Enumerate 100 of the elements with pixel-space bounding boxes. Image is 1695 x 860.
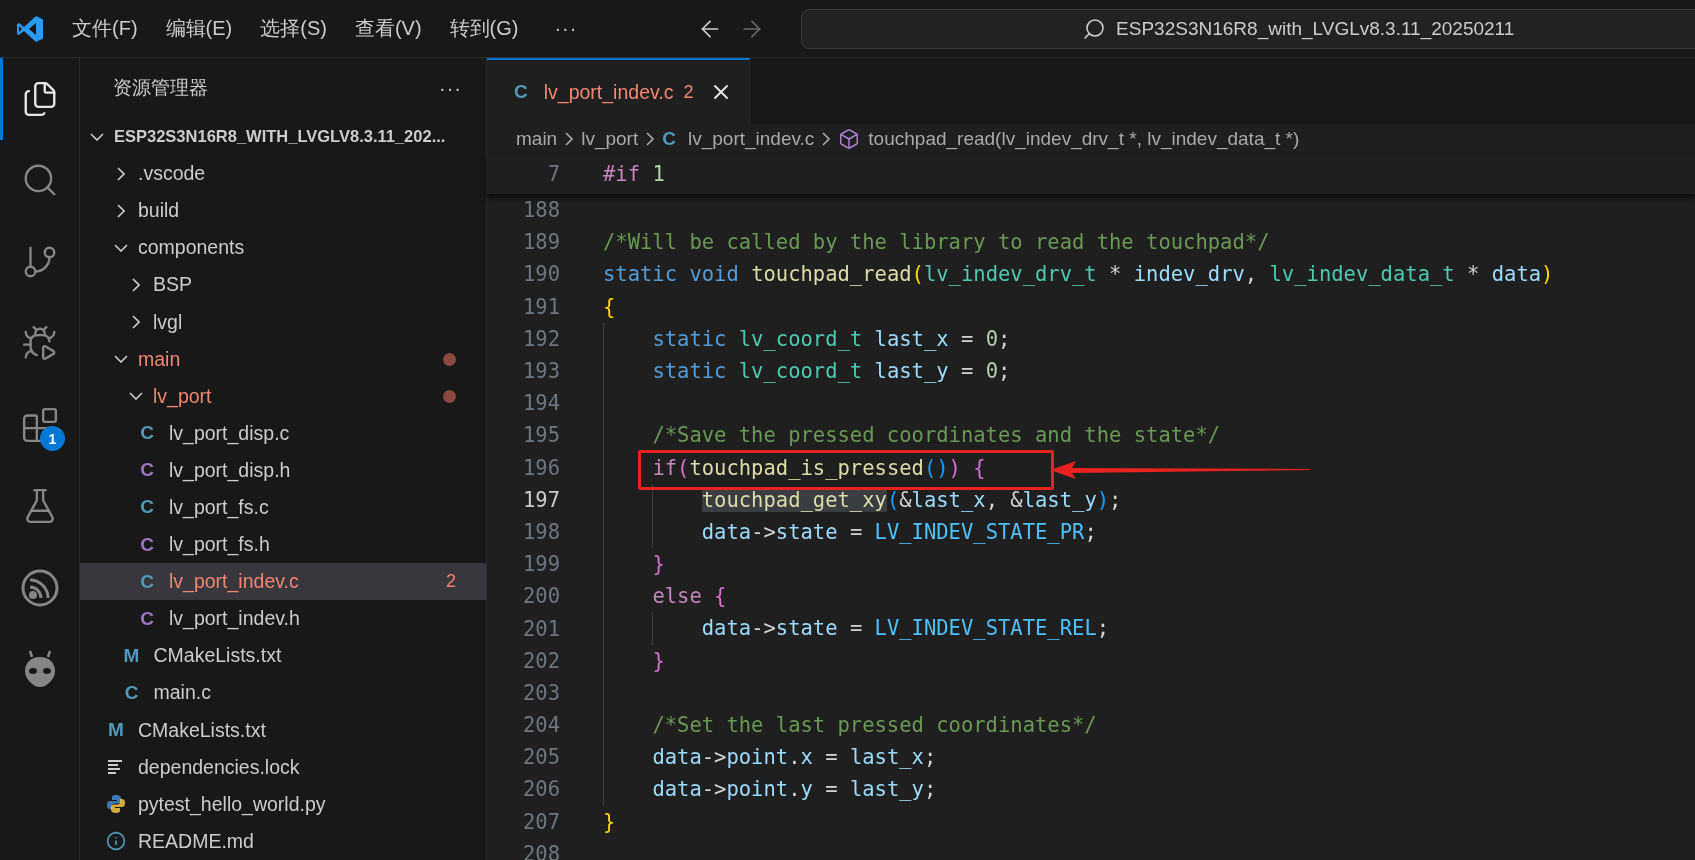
error-dot xyxy=(443,352,456,366)
breadcrumb[interactable]: touchpad_read(lv_indev_drv_t *, lv_indev_data_t *) xyxy=(868,128,1300,150)
tree-item[interactable]: C main.c xyxy=(80,674,486,712)
line-number: 207 xyxy=(521,809,560,834)
code-line: data->state = LV_INDEV_STATE_PR; xyxy=(603,515,1097,549)
problem-count: 2 xyxy=(683,81,694,103)
app-logo[interactable] xyxy=(16,14,44,43)
tree-item[interactable]: README.md xyxy=(80,822,486,860)
folder-name: lv_port xyxy=(153,384,213,408)
tree-item[interactable]: main xyxy=(80,340,486,378)
command-center[interactable]: ESP32S3N16R8_with_LVGLv8.3.11_20250211 xyxy=(801,8,1695,49)
python-icon xyxy=(106,794,126,815)
signal-circle-icon xyxy=(19,567,60,608)
code-line: } xyxy=(603,808,616,836)
c-file-icon: C xyxy=(662,128,676,150)
tree-item[interactable]: build xyxy=(80,192,486,230)
file-name: main.c xyxy=(153,681,212,705)
line-number: 202 xyxy=(521,648,560,673)
c-file-icon: C xyxy=(137,533,157,556)
file-name: lv_port_indev.c xyxy=(169,570,300,594)
code-line: { xyxy=(603,293,616,321)
line-number: 194 xyxy=(521,391,560,416)
tree-item[interactable]: components xyxy=(80,229,486,267)
line-number: 201 xyxy=(521,616,560,641)
menu-item[interactable]: 编辑(E) xyxy=(165,15,233,42)
folder-name: BSP xyxy=(153,273,194,297)
blocks-icon xyxy=(20,405,59,444)
workspace-name: ESP32S3N16R8_WITH_LVGLV8.3.11_202... xyxy=(114,127,447,147)
file-name: lv_port_fs.c xyxy=(169,496,270,519)
tree-item[interactable]: pytest_hello_world.py xyxy=(80,785,486,823)
tree-item[interactable]: C lv_port_fs.c xyxy=(80,488,486,527)
line-number: 206 xyxy=(521,777,560,802)
workspace-title: ESP32S3N16R8_with_LVGLv8.3.11_20250211 xyxy=(1116,17,1515,40)
line-number: 200 xyxy=(521,584,560,609)
panel-title: 资源管理器 xyxy=(113,76,208,100)
error-dot xyxy=(443,389,456,403)
line-number: 205 xyxy=(521,745,560,770)
cmake-file-icon: M xyxy=(106,719,126,742)
breadcrumb[interactable]: lv_port_indev.c xyxy=(687,128,815,150)
tree-item[interactable]: dependencies.lock xyxy=(80,748,486,786)
code-line: else { xyxy=(603,580,727,613)
editor-tab[interactable]: C lv_port_indev.c 2 xyxy=(487,58,751,124)
tree-item[interactable]: lvgl xyxy=(80,303,486,341)
code-line: } xyxy=(603,548,665,581)
tree-item[interactable]: lv_port xyxy=(80,377,486,415)
more-menu[interactable]: ··· xyxy=(554,17,578,40)
file-name: CMakeLists.txt xyxy=(138,718,267,742)
folder-name: lvgl xyxy=(153,310,184,334)
tree-item[interactable]: C lv_port_disp.h xyxy=(80,451,486,489)
menu-item[interactable]: 转到(G) xyxy=(449,15,519,42)
line-number: 189 xyxy=(521,230,560,255)
problem-count: 2 xyxy=(446,571,456,593)
code-line: static lv_coord_t last_y = 0; xyxy=(603,354,1011,388)
chevron-right-icon xyxy=(822,132,831,146)
code-line: } xyxy=(603,644,665,677)
activity-item[interactable]: 1 xyxy=(0,384,76,466)
tree-item[interactable]: C lv_port_fs.h xyxy=(80,526,486,564)
line-number: 195 xyxy=(521,423,560,448)
c-file-icon: C xyxy=(137,496,157,519)
menu-item[interactable]: 查看(V) xyxy=(354,15,422,42)
code-line: if(touchpad_is_pressed()) { xyxy=(603,451,986,484)
code-line: static void touchpad_read(lv_indev_drv_t * indev_drv, lv_indev_data_t * data) xyxy=(603,261,1554,289)
tab-title: lv_port_indev.c xyxy=(543,80,674,104)
tree-item[interactable]: ESP32S3N16R8_WITH_LVGLV8.3.11_202... xyxy=(80,118,486,156)
file-name: README.md xyxy=(138,829,255,853)
line-number: 198 xyxy=(521,519,560,544)
c-file-icon: C xyxy=(137,422,157,445)
code-line: /*Save the pressed coordinates and the state*/ xyxy=(603,419,1221,452)
file-name: lv_port_disp.h xyxy=(169,458,292,482)
line-number: 192 xyxy=(521,326,560,351)
menu-item[interactable]: 选择(S) xyxy=(260,15,327,42)
line-number: 196 xyxy=(521,455,560,480)
folder-name: main xyxy=(138,347,182,371)
more-actions[interactable]: ··· xyxy=(439,76,462,100)
line-number: 193 xyxy=(521,359,560,384)
code-line: #if 1 xyxy=(603,160,665,188)
breadcrumb[interactable]: lv_port xyxy=(581,128,639,150)
code-line: touchpad_get_xy(&last_x, &last_y); xyxy=(603,483,1122,516)
tree-item[interactable]: C lv_port_indev.h xyxy=(80,600,486,638)
tree-item[interactable]: C lv_port_disp.c xyxy=(80,414,486,452)
line-number: 199 xyxy=(521,552,560,577)
tree-item[interactable]: .vscode xyxy=(80,155,486,193)
tree-item[interactable]: M CMakeLists.txt xyxy=(80,711,486,749)
folder-name: build xyxy=(138,199,181,223)
c-file-icon: C xyxy=(137,459,157,482)
search-icon xyxy=(1082,16,1107,41)
tree-item[interactable]: M CMakeLists.txt xyxy=(80,637,486,675)
file-name: lv_port_disp.c xyxy=(169,421,291,445)
tree-item[interactable]: C lv_port_indev.c 2 xyxy=(80,563,486,601)
folder-name: components xyxy=(138,236,246,260)
c-file-icon: C xyxy=(121,681,142,704)
chevron-right-icon xyxy=(565,132,574,146)
file-name: lv_port_indev.h xyxy=(169,607,301,631)
breadcrumb[interactable]: main xyxy=(516,128,558,150)
c-file-icon: C xyxy=(137,607,157,630)
file-name: CMakeLists.txt xyxy=(153,644,283,668)
code-line: /*Set the last pressed coordinates*/ xyxy=(603,709,1097,742)
c-file-icon: C xyxy=(137,570,157,593)
menu-item[interactable]: 文件(F) xyxy=(72,15,138,42)
tree-item[interactable]: BSP xyxy=(80,266,486,304)
